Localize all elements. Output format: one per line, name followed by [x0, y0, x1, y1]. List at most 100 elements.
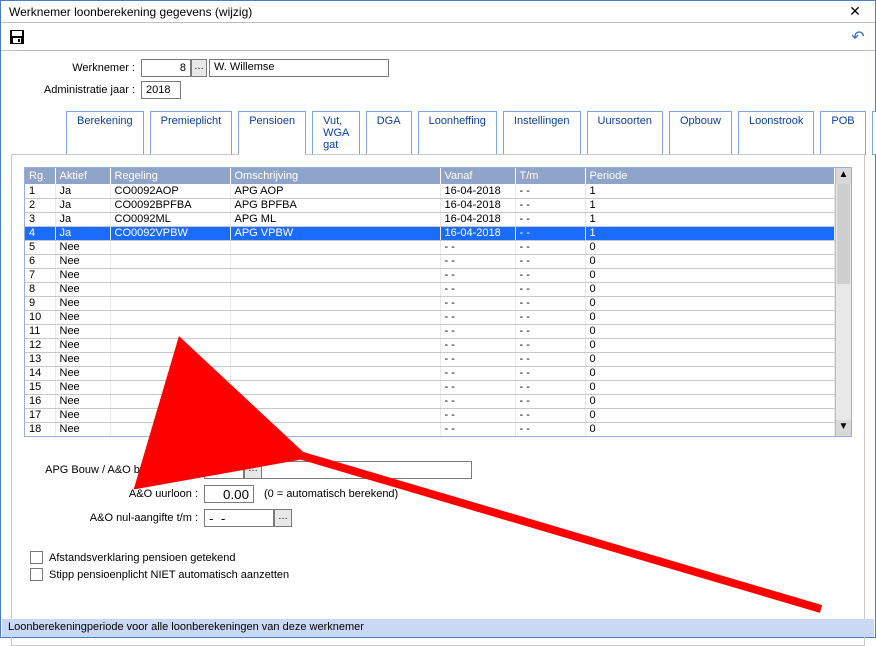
table-row[interactable]: 7Nee- -- -0	[25, 268, 835, 282]
cell-periode[interactable]: 0	[585, 408, 835, 422]
cell-regeling[interactable]	[110, 310, 230, 324]
cell-periode[interactable]: 0	[585, 352, 835, 366]
cell-vanaf[interactable]: - -	[440, 254, 515, 268]
cell-vanaf[interactable]: - -	[440, 282, 515, 296]
cell-vanaf[interactable]: - -	[440, 394, 515, 408]
cell-aktief[interactable]: Ja	[55, 198, 110, 212]
tab-instellingen[interactable]: Instellingen	[503, 111, 581, 155]
werknemer-input[interactable]	[141, 59, 191, 77]
cell-periode[interactable]: 1	[585, 198, 835, 212]
cell-vanaf[interactable]: - -	[440, 310, 515, 324]
cell-omschrijving[interactable]: APG ML	[230, 212, 440, 226]
cell-vanaf[interactable]: - -	[440, 338, 515, 352]
cell-rg[interactable]: 11	[25, 324, 55, 338]
cell-rg[interactable]: 3	[25, 212, 55, 226]
cell-omschrijving[interactable]	[230, 366, 440, 380]
cell-vanaf[interactable]: - -	[440, 268, 515, 282]
cell-regeling[interactable]	[110, 282, 230, 296]
cell-tm[interactable]: - -	[515, 282, 585, 296]
cell-aktief[interactable]: Nee	[55, 422, 110, 436]
table-row[interactable]: 2JaCO0092BPFBAAPG BPFBA16-04-2018- -1	[25, 198, 835, 212]
cell-periode[interactable]: 0	[585, 240, 835, 254]
nulaangifte-input[interactable]	[204, 509, 274, 527]
table-row[interactable]: 3JaCO0092MLAPG ML16-04-2018- -1	[25, 212, 835, 226]
cell-regeling[interactable]	[110, 324, 230, 338]
cell-periode[interactable]: 0	[585, 296, 835, 310]
cell-regeling[interactable]: CO0092AOP	[110, 184, 230, 198]
tab-vutwga[interactable]: Vut, WGA gat	[312, 111, 360, 155]
table-row[interactable]: 18Nee- -- -0	[25, 422, 835, 436]
tab-loonheffing[interactable]: Loonheffing	[418, 111, 497, 155]
table-row[interactable]: 11Nee- -- -0	[25, 324, 835, 338]
cell-omschrijving[interactable]	[230, 338, 440, 352]
cell-rg[interactable]: 12	[25, 338, 55, 352]
col-tm[interactable]: T/m	[515, 168, 585, 184]
cell-vanaf[interactable]: - -	[440, 408, 515, 422]
cell-omschrijving[interactable]: APG AOP	[230, 184, 440, 198]
cell-periode[interactable]: 1	[585, 212, 835, 226]
cell-vanaf[interactable]: - -	[440, 352, 515, 366]
tab-loonstrook[interactable]: Loonstrook	[738, 111, 814, 155]
tab-premieplicht[interactable]: Premieplicht	[150, 111, 233, 155]
cell-regeling[interactable]	[110, 366, 230, 380]
cell-tm[interactable]: - -	[515, 198, 585, 212]
beroepcode-lookup-button[interactable]: …	[244, 461, 262, 479]
cell-vanaf[interactable]: - -	[440, 422, 515, 436]
cell-aktief[interactable]: Nee	[55, 352, 110, 366]
cell-regeling[interactable]	[110, 296, 230, 310]
table-row[interactable]: 10Nee- -- -0	[25, 310, 835, 324]
tab-pensioen[interactable]: Pensioen	[238, 111, 306, 155]
table-row[interactable]: 12Nee- -- -0	[25, 338, 835, 352]
col-regeling[interactable]: Regeling	[110, 168, 230, 184]
cell-regeling[interactable]	[110, 240, 230, 254]
cell-aktief[interactable]: Nee	[55, 296, 110, 310]
cell-tm[interactable]: - -	[515, 240, 585, 254]
tab-pob[interactable]: POB	[820, 111, 865, 155]
cell-periode[interactable]: 1	[585, 184, 835, 198]
tab-overig[interactable]: Overig	[872, 111, 876, 155]
cell-tm[interactable]: - -	[515, 212, 585, 226]
cell-tm[interactable]: - -	[515, 254, 585, 268]
col-omschrijving[interactable]: Omschrijving	[230, 168, 440, 184]
cell-regeling[interactable]: CO0092ML	[110, 212, 230, 226]
cell-tm[interactable]: - -	[515, 366, 585, 380]
cell-periode[interactable]: 0	[585, 310, 835, 324]
cell-vanaf[interactable]: - -	[440, 324, 515, 338]
cell-tm[interactable]: - -	[515, 310, 585, 324]
cell-periode[interactable]: 0	[585, 254, 835, 268]
cell-periode[interactable]: 0	[585, 394, 835, 408]
cell-omschrijving[interactable]	[230, 254, 440, 268]
table-row[interactable]: 14Nee- -- -0	[25, 366, 835, 380]
cell-rg[interactable]: 4	[25, 226, 55, 240]
cell-tm[interactable]: - -	[515, 268, 585, 282]
cell-vanaf[interactable]: - -	[440, 296, 515, 310]
cell-regeling[interactable]	[110, 352, 230, 366]
cell-regeling[interactable]	[110, 268, 230, 282]
cell-aktief[interactable]: Ja	[55, 226, 110, 240]
cell-aktief[interactable]: Ja	[55, 184, 110, 198]
cell-tm[interactable]: - -	[515, 296, 585, 310]
cell-rg[interactable]: 17	[25, 408, 55, 422]
cell-rg[interactable]: 15	[25, 380, 55, 394]
cell-aktief[interactable]: Nee	[55, 268, 110, 282]
cell-tm[interactable]: - -	[515, 338, 585, 352]
table-row[interactable]: 16Nee- -- -0	[25, 394, 835, 408]
cell-rg[interactable]: 16	[25, 394, 55, 408]
cell-periode[interactable]: 0	[585, 366, 835, 380]
table-row[interactable]: 4JaCO0092VPBWAPG VPBW16-04-2018- -1	[25, 226, 835, 240]
table-row[interactable]: 17Nee- -- -0	[25, 408, 835, 422]
cell-rg[interactable]: 14	[25, 366, 55, 380]
grid-scrollbar[interactable]: ▲ ▼	[835, 168, 851, 436]
table-row[interactable]: 8Nee- -- -0	[25, 282, 835, 296]
cell-periode[interactable]: 1	[585, 226, 835, 240]
cell-tm[interactable]: - -	[515, 352, 585, 366]
cell-regeling[interactable]	[110, 422, 230, 436]
cell-tm[interactable]: - -	[515, 380, 585, 394]
tab-dga[interactable]: DGA	[366, 111, 412, 155]
cell-rg[interactable]: 5	[25, 240, 55, 254]
table-row[interactable]: 6Nee- -- -0	[25, 254, 835, 268]
table-row[interactable]: 13Nee- -- -0	[25, 352, 835, 366]
tab-opbouw[interactable]: Opbouw	[669, 111, 732, 155]
cell-periode[interactable]: 0	[585, 282, 835, 296]
cell-aktief[interactable]: Ja	[55, 212, 110, 226]
